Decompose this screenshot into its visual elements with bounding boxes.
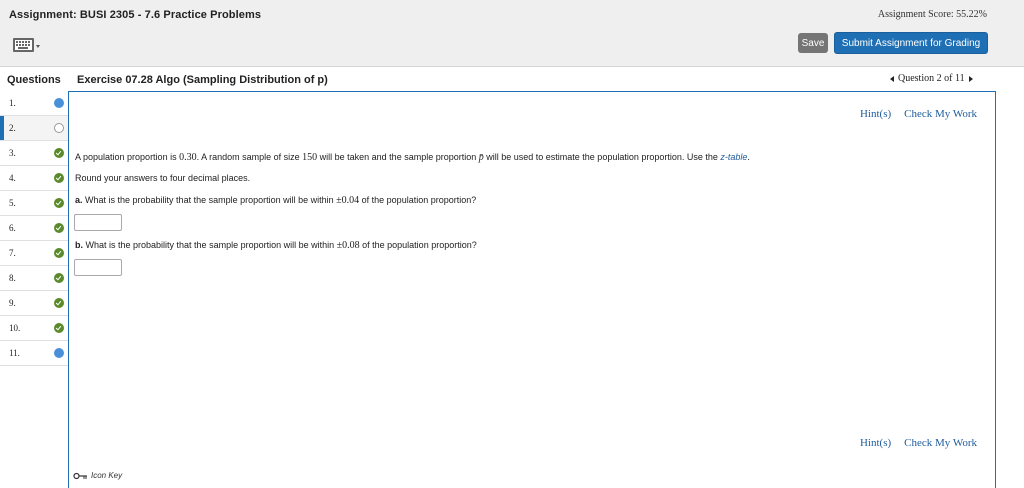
question-item-4[interactable]: 4. (0, 166, 68, 191)
question-position: Question 2 of 11 (898, 73, 965, 84)
question-b-text: What is the probability that the sample … (83, 240, 337, 250)
help-links-top: Hint(s) Check My Work (860, 108, 977, 120)
question-number: 6. (9, 223, 16, 233)
answer-b-input[interactable] (74, 259, 122, 276)
part-b-label: b. (75, 240, 83, 250)
assignment-score: Assignment Score: 55.22% (877, 9, 987, 20)
statement-text: . (747, 152, 750, 162)
question-number: 4. (9, 173, 16, 183)
question-item-1[interactable]: 1. (0, 91, 68, 116)
check-status-icon (54, 198, 64, 208)
exercise-title: Exercise 07.28 Algo (Sampling Distributi… (77, 74, 328, 86)
question-item-5[interactable]: 5. (0, 191, 68, 216)
question-item-3[interactable]: 3. (0, 141, 68, 166)
check-status-icon (54, 223, 64, 233)
statement-text: A population proportion is (75, 152, 180, 162)
rounding-instruction: Round your answers to four decimal place… (75, 173, 251, 183)
key-icon (73, 472, 87, 479)
question-navigator: Question 2 of 11 (890, 73, 973, 84)
question-number: 3. (9, 148, 16, 158)
question-panel: Hint(s) Check My Work A population propo… (68, 91, 996, 488)
help-links-bottom: Hint(s) Check My Work (860, 437, 977, 449)
question-number: 1. (9, 98, 16, 108)
z-table-link[interactable]: z-table (720, 152, 747, 162)
question-list: 1. 2. 3. 4. 5. 6. 7. 8. 9. 10. 11. (0, 91, 69, 366)
top-bar: Assignment: BUSI 2305 - 7.6 Practice Pro… (0, 0, 1024, 67)
question-b-text: of the population proportion? (359, 240, 477, 250)
problem-statement: A population proportion is 0.30. A rando… (75, 152, 750, 163)
partial-status-icon (54, 348, 64, 358)
not-attempted-status-icon (54, 123, 64, 133)
part-a-label: a. (75, 195, 83, 205)
question-number: 10. (9, 323, 21, 333)
hints-link[interactable]: Hint(s) (860, 437, 891, 449)
questions-label: Questions (7, 74, 61, 86)
question-number: 2. (9, 123, 16, 133)
question-number: 8. (9, 273, 16, 283)
question-item-10[interactable]: 10. (0, 316, 68, 341)
submit-assignment-button[interactable]: Submit Assignment for Grading (834, 32, 988, 54)
check-status-icon (54, 298, 64, 308)
hints-link[interactable]: Hint(s) (860, 108, 891, 120)
next-question-icon[interactable] (968, 75, 973, 82)
check-status-icon (54, 248, 64, 258)
question-header: Questions Exercise 07.28 Algo (Sampling … (0, 67, 1024, 91)
question-number: 7. (9, 248, 16, 258)
check-status-icon (54, 148, 64, 158)
question-a-text: of the population proportion? (359, 195, 477, 205)
save-button[interactable]: Save (798, 33, 828, 53)
question-item-9[interactable]: 9. (0, 291, 68, 316)
icon-key-label: Icon Key (91, 471, 123, 480)
margin-value-b: ±0.08 (336, 240, 360, 251)
question-b: b. What is the probability that the samp… (75, 240, 477, 251)
question-item-7[interactable]: 7. (0, 241, 68, 266)
statement-text: will be taken and the sample proportion (317, 152, 479, 162)
partial-status-icon (54, 98, 64, 108)
margin-value-a: ±0.04 (336, 195, 360, 206)
check-status-icon (54, 273, 64, 283)
check-status-icon (54, 323, 64, 333)
question-item-8[interactable]: 8. (0, 266, 68, 291)
icon-key[interactable]: Icon Key (73, 471, 122, 480)
assignment-title: Assignment: BUSI 2305 - 7.6 Practice Pro… (9, 9, 262, 21)
check-my-work-link[interactable]: Check My Work (904, 437, 977, 449)
previous-question-icon[interactable] (890, 75, 894, 82)
question-item-2[interactable]: 2. (0, 116, 68, 141)
statement-text: . A random sample of size (196, 152, 303, 162)
question-number: 9. (9, 298, 16, 308)
population-proportion-value: 0.30 (179, 152, 197, 163)
keyboard-icon[interactable] (13, 36, 41, 54)
question-number: 11. (9, 348, 20, 358)
check-status-icon (54, 173, 64, 183)
answer-a-input[interactable] (74, 214, 122, 231)
sample-size-value: 150 (302, 152, 318, 163)
statement-text: will be used to estimate the population … (483, 152, 721, 162)
question-a: a. What is the probability that the samp… (75, 195, 476, 206)
question-item-6[interactable]: 6. (0, 216, 68, 241)
question-item-11[interactable]: 11. (0, 341, 68, 366)
question-a-text: What is the probability that the sample … (82, 195, 337, 205)
check-my-work-link[interactable]: Check My Work (904, 108, 977, 120)
question-number: 5. (9, 198, 16, 208)
